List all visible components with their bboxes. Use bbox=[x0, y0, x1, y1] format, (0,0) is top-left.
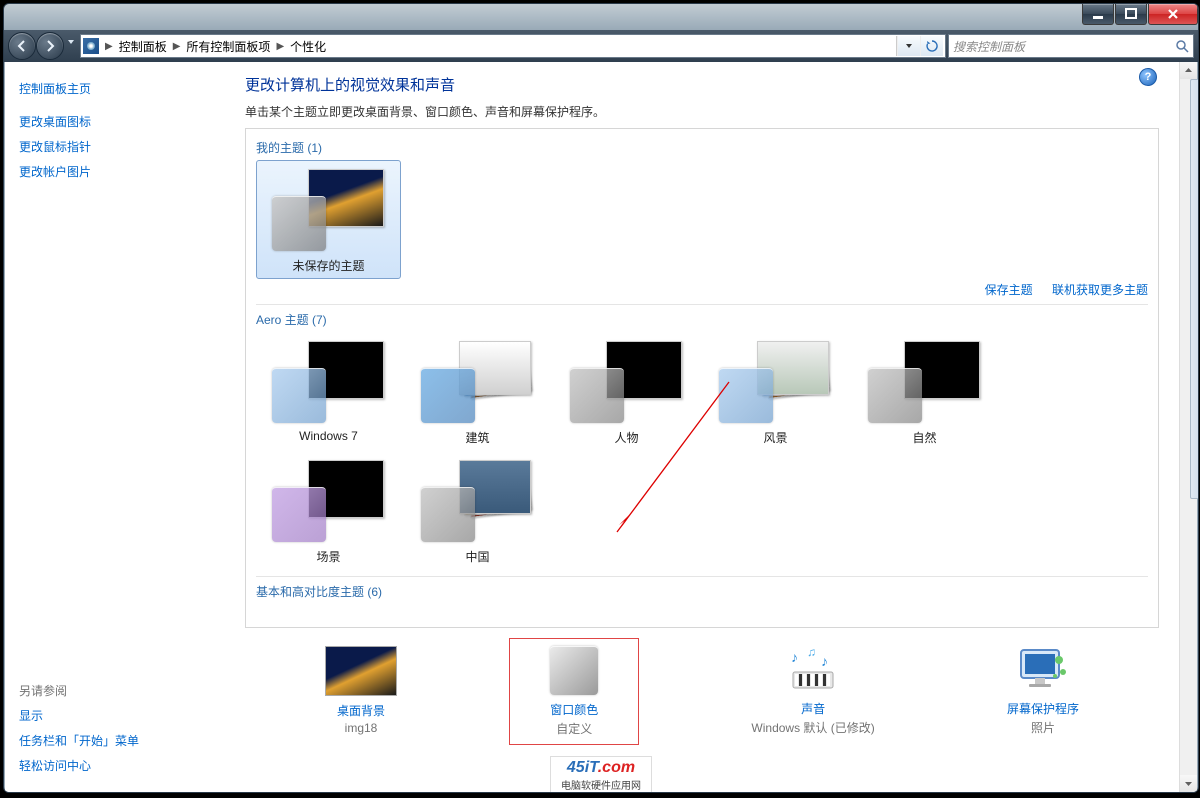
breadcrumb: ▶ 控制面板 ▶ 所有控制面板项 ▶ 个性化 bbox=[103, 38, 896, 55]
theme-label: 未保存的主题 bbox=[261, 257, 396, 274]
window-color-button[interactable]: 窗口颜色 自定义 bbox=[509, 638, 639, 745]
page-subheading: 单击某个主题立即更改桌面背景、窗口颜色、声音和屏幕保护程序。 bbox=[245, 103, 1159, 120]
forward-button[interactable] bbox=[36, 32, 64, 60]
bottom-title: 窗口颜色 bbox=[550, 701, 598, 718]
theme-scenes[interactable]: 场景 bbox=[256, 451, 401, 570]
search-input[interactable]: 搜索控制面板 bbox=[948, 34, 1194, 58]
sidebar-link-desktop-icons[interactable]: 更改桌面图标 bbox=[15, 109, 215, 134]
desktop-background-button[interactable]: 桌面背景 img18 bbox=[305, 638, 417, 745]
sidebar: 控制面板主页 更改桌面图标 更改鼠标指针 更改帐户图片 另请参阅 显示 任务栏和… bbox=[5, 62, 225, 792]
nav-arrows bbox=[8, 32, 78, 60]
bottom-sub: img18 bbox=[325, 721, 397, 735]
search-icon bbox=[1175, 39, 1189, 53]
minimize-button[interactable] bbox=[1082, 4, 1114, 25]
nav-history-dropdown[interactable] bbox=[64, 32, 78, 52]
address-bar[interactable]: ▶ 控制面板 ▶ 所有控制面板项 ▶ 个性化 bbox=[80, 34, 946, 58]
navbar: ▶ 控制面板 ▶ 所有控制面板项 ▶ 个性化 搜索控制面板 bbox=[4, 30, 1198, 62]
sidebar-link-mouse-pointers[interactable]: 更改鼠标指针 bbox=[15, 134, 215, 159]
theme-label: 自然 bbox=[857, 429, 992, 446]
address-buttons bbox=[896, 36, 943, 56]
bottom-title: 声音 bbox=[751, 700, 874, 717]
vertical-scrollbar[interactable] bbox=[1179, 62, 1197, 792]
theme-label: 人物 bbox=[559, 429, 694, 446]
body: 控制面板主页 更改桌面图标 更改鼠标指针 更改帐户图片 另请参阅 显示 任务栏和… bbox=[5, 62, 1197, 792]
section-basic-themes: 基本和高对比度主题 (6) bbox=[256, 583, 1148, 600]
theme-label: 中国 bbox=[410, 548, 545, 565]
seealso-display[interactable]: 显示 bbox=[15, 703, 215, 728]
back-button[interactable] bbox=[8, 32, 36, 60]
sidebar-link-home[interactable]: 控制面板主页 bbox=[15, 76, 215, 101]
help-button[interactable]: ? bbox=[1139, 68, 1157, 86]
bottom-sub: Windows 默认 (已修改) bbox=[751, 719, 874, 736]
theme-unsaved[interactable]: 未保存的主题 bbox=[256, 160, 401, 279]
search-placeholder: 搜索控制面板 bbox=[953, 38, 1025, 55]
scroll-thumb[interactable] bbox=[1190, 79, 1200, 499]
seealso-heading: 另请参阅 bbox=[15, 678, 215, 703]
bottom-title: 桌面背景 bbox=[325, 702, 397, 719]
my-themes-grid: 未保存的主题 bbox=[256, 160, 1148, 279]
window-controls bbox=[1081, 4, 1198, 25]
theme-landscapes[interactable]: 风景 bbox=[703, 332, 848, 451]
breadcrumb-item[interactable]: 控制面板 bbox=[115, 38, 171, 55]
titlebar bbox=[4, 4, 1198, 30]
refresh-button[interactable] bbox=[920, 36, 943, 56]
theme-architecture[interactable]: 建筑 bbox=[405, 332, 550, 451]
bottom-sub: 照片 bbox=[1007, 719, 1079, 736]
address-dropdown-button[interactable] bbox=[897, 36, 920, 56]
content-wrap: ? 更改计算机上的视觉效果和声音 单击某个主题立即更改桌面背景、窗口颜色、声音和… bbox=[225, 62, 1197, 792]
chevron-right-icon[interactable]: ▶ bbox=[171, 41, 183, 52]
section-my-themes: 我的主题 (1) bbox=[256, 139, 1148, 156]
watermark: 45iT.com 电脑软硬件应用网 bbox=[550, 756, 652, 792]
svg-text:♪: ♪ bbox=[821, 653, 828, 669]
bottom-title: 屏幕保护程序 bbox=[1007, 700, 1079, 717]
theme-label: 风景 bbox=[708, 429, 843, 446]
theme-label: 建筑 bbox=[410, 429, 545, 446]
screensaver-button[interactable]: 屏幕保护程序 照片 bbox=[987, 638, 1099, 745]
maximize-button[interactable] bbox=[1115, 4, 1147, 25]
theme-label: Windows 7 bbox=[261, 429, 396, 443]
chevron-right-icon[interactable]: ▶ bbox=[103, 41, 115, 52]
svg-text:♪: ♪ bbox=[791, 649, 798, 665]
save-theme-link[interactable]: 保存主题 bbox=[985, 283, 1033, 297]
scroll-up-button[interactable] bbox=[1180, 62, 1197, 79]
theme-windows7[interactable]: Windows 7 bbox=[256, 332, 401, 451]
content: ? 更改计算机上的视觉效果和声音 单击某个主题立即更改桌面背景、窗口颜色、声音和… bbox=[225, 62, 1179, 792]
divider bbox=[256, 576, 1148, 577]
page-heading: 更改计算机上的视觉效果和声音 bbox=[245, 74, 1159, 95]
watermark-brand: 45iT bbox=[567, 759, 598, 776]
chevron-right-icon[interactable]: ▶ bbox=[274, 41, 286, 52]
seealso-taskbar[interactable]: 任务栏和「开始」菜单 bbox=[15, 728, 215, 753]
bottom-sub: 自定义 bbox=[550, 720, 598, 737]
watermark-suffix: .com bbox=[598, 759, 635, 776]
close-button[interactable] bbox=[1148, 4, 1198, 25]
divider bbox=[256, 304, 1148, 305]
svg-text:♫: ♫ bbox=[807, 646, 816, 659]
breadcrumb-item[interactable]: 个性化 bbox=[286, 38, 330, 55]
sidebar-link-account-picture[interactable]: 更改帐户图片 bbox=[15, 159, 215, 184]
theme-nature[interactable]: 自然 bbox=[852, 332, 997, 451]
breadcrumb-item[interactable]: 所有控制面板项 bbox=[182, 38, 274, 55]
theme-characters[interactable]: 人物 bbox=[554, 332, 699, 451]
get-more-themes-link[interactable]: 联机获取更多主题 bbox=[1052, 283, 1148, 297]
themes-box: 我的主题 (1) 未保存的主题 bbox=[245, 128, 1159, 628]
bottom-bar: 桌面背景 img18 窗口颜色 自定义 ♪ ♫ ♪ bbox=[245, 628, 1159, 745]
theme-label: 场景 bbox=[261, 548, 396, 565]
window: ▶ 控制面板 ▶ 所有控制面板项 ▶ 个性化 搜索控制面板 bbox=[3, 3, 1199, 793]
control-panel-icon bbox=[83, 38, 99, 54]
watermark-tagline: 电脑软硬件应用网 bbox=[561, 777, 641, 792]
theme-china[interactable]: 中国 bbox=[405, 451, 550, 570]
section-aero-themes: Aero 主题 (7) bbox=[256, 311, 1148, 328]
sounds-button[interactable]: ♪ ♫ ♪ 声音 Windo bbox=[731, 638, 894, 745]
save-links: 保存主题 联机获取更多主题 bbox=[256, 281, 1148, 298]
aero-themes-grid: Windows 7 bbox=[256, 332, 1148, 570]
scroll-down-button[interactable] bbox=[1180, 775, 1197, 792]
seealso-ease-of-access[interactable]: 轻松访问中心 bbox=[15, 753, 215, 778]
